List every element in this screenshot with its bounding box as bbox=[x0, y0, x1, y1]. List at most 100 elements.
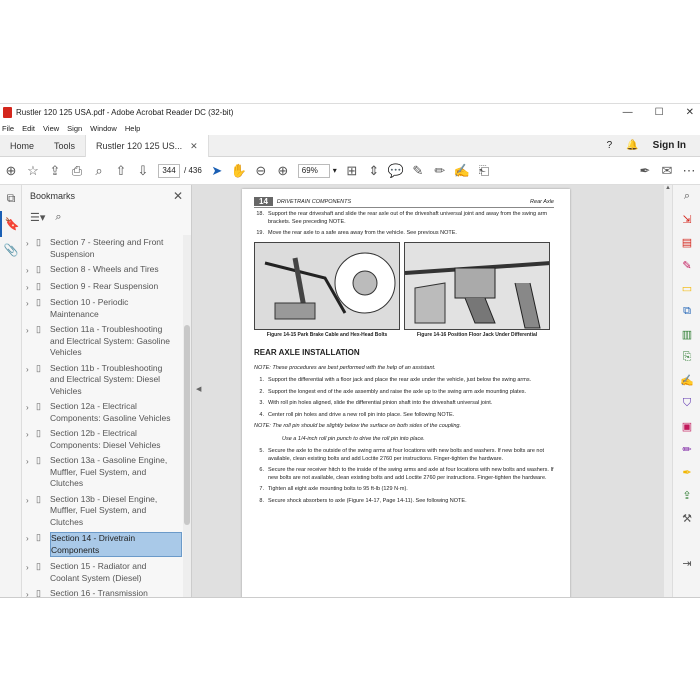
chevron-right-icon[interactable]: › bbox=[26, 363, 36, 376]
close-window-button[interactable]: ✕ bbox=[686, 107, 694, 118]
collapse-panel-icon[interactable]: ◀ bbox=[196, 385, 201, 393]
section-heading: REAR AXLE INSTALLATION bbox=[254, 348, 360, 357]
zoom-in-icon[interactable]: ⊕ bbox=[272, 160, 294, 182]
acrobat-window: Rustler 120 125 USA.pdf - Adobe Acrobat … bbox=[0, 103, 700, 598]
scroll-up-icon[interactable]: ▲ bbox=[664, 185, 672, 191]
minimize-button[interactable]: — bbox=[623, 107, 633, 118]
more-tools-icon[interactable]: ⋯ bbox=[678, 160, 700, 182]
edit-pdf-icon[interactable]: ✎ bbox=[673, 254, 700, 277]
hand-tool-icon[interactable]: ✋ bbox=[228, 160, 250, 182]
bookmark-item[interactable]: › ▯ Section 12b - Electrical Components: D… bbox=[22, 426, 182, 453]
add-comment-icon[interactable]: ▭ bbox=[673, 277, 700, 300]
upload-icon[interactable]: ⇪ bbox=[44, 160, 66, 182]
menu-view[interactable]: View bbox=[43, 124, 59, 133]
chevron-right-icon[interactable]: › bbox=[26, 281, 36, 294]
bookmark-item[interactable]: › ▯ Section 8 - Wheels and Tires bbox=[22, 262, 182, 279]
bookmark-item[interactable]: › ▯ Section 16 - Transmission bbox=[22, 586, 182, 597]
close-panel-icon[interactable]: ✕ bbox=[173, 189, 183, 203]
comment-icon[interactable]: 💬 bbox=[385, 160, 407, 182]
email-icon[interactable]: ✉ bbox=[656, 160, 678, 182]
help-icon[interactable]: ? bbox=[607, 140, 613, 151]
document-view: ◀ 14 DRIVETRAIN COMPONENTS Rear Axle 18.… bbox=[192, 185, 672, 597]
bookmark-item[interactable]: › ▯ Section 12a - Electrical Components: G… bbox=[22, 399, 182, 426]
fill-and-sign-icon[interactable]: ✍ bbox=[673, 369, 700, 392]
scroll-mode-icon[interactable]: ⇕ bbox=[363, 160, 385, 182]
chevron-right-icon[interactable]: › bbox=[26, 561, 36, 574]
bookmark-item[interactable]: › ▯ Section 11b - Troubleshooting and Elec… bbox=[22, 361, 182, 400]
chevron-right-icon[interactable]: › bbox=[26, 324, 36, 337]
search-tool-icon[interactable]: ⌕ bbox=[673, 185, 700, 208]
organize-pages-icon[interactable]: ▥ bbox=[673, 323, 700, 346]
tab-tools[interactable]: Tools bbox=[44, 135, 85, 157]
bookmark-star-icon[interactable]: ☆ bbox=[22, 160, 44, 182]
maximize-button[interactable]: ☐ bbox=[655, 107, 664, 118]
menu-sign[interactable]: Sign bbox=[67, 124, 82, 133]
chevron-right-icon[interactable]: › bbox=[26, 428, 36, 441]
bookmarks-panel-icon[interactable]: 🔖 bbox=[0, 211, 22, 237]
chapter-number: 14 bbox=[254, 197, 273, 206]
request-signature-icon[interactable]: ✒ bbox=[673, 461, 700, 484]
zoom-level-select[interactable]: 69% bbox=[297, 163, 330, 178]
bookmark-item[interactable]: › ▯ Section 13a - Gasoline Engine, Muffler… bbox=[22, 453, 182, 492]
bookmarks-scrollbar[interactable] bbox=[183, 235, 191, 597]
more-tools-wrench-icon[interactable]: ⚒ bbox=[673, 507, 700, 530]
note-subtext: Use a 1/4-inch roll pin punch to drive t… bbox=[282, 435, 425, 442]
protect-icon[interactable]: ⛉ bbox=[673, 392, 700, 415]
create-pdf-icon[interactable]: ▤ bbox=[673, 231, 700, 254]
sign-document-icon[interactable]: ✒ bbox=[634, 160, 656, 182]
chevron-right-icon[interactable]: › bbox=[26, 455, 36, 468]
chevron-right-icon[interactable]: › bbox=[26, 532, 36, 545]
fill-sign-icon[interactable]: ✍ bbox=[451, 160, 473, 182]
bookmark-item-selected[interactable]: › ▯ Section 14 - Drivetrain Components bbox=[22, 530, 182, 559]
notifications-icon[interactable]: 🔔 bbox=[626, 140, 638, 151]
page-down-icon[interactable]: ⇩ bbox=[132, 160, 154, 182]
chevron-right-icon[interactable]: › bbox=[26, 494, 36, 507]
page-body: 18. Support the rear driveshaft and slide… bbox=[254, 211, 558, 509]
chevron-right-icon[interactable]: › bbox=[26, 401, 36, 414]
search-icon[interactable]: ⌕ bbox=[88, 160, 110, 182]
bookmark-options-icon[interactable]: ☰▾ bbox=[30, 211, 45, 224]
menu-file[interactable]: File bbox=[2, 124, 14, 133]
bookmark-item[interactable]: › ▯ Section 10 - Periodic Maintenance bbox=[22, 295, 182, 322]
page-fit-icon[interactable]: ⊞ bbox=[341, 160, 363, 182]
close-tab-icon[interactable]: ✕ bbox=[190, 135, 198, 157]
sign-stamp-icon[interactable]: ⎗ bbox=[473, 160, 495, 182]
bookmarks-title: Bookmarks bbox=[30, 191, 76, 201]
bookmark-item[interactable]: › ▯ Section 13b - Diesel Engine, Muffler, … bbox=[22, 492, 182, 531]
menu-window[interactable]: Window bbox=[90, 124, 117, 133]
redact-icon[interactable]: ✏ bbox=[673, 438, 700, 461]
page-thumbnails-icon[interactable]: ⧉ bbox=[0, 185, 22, 211]
scrollbar-thumb[interactable] bbox=[184, 325, 190, 525]
page-up-icon[interactable]: ⇧ bbox=[110, 160, 132, 182]
chevron-right-icon[interactable]: › bbox=[26, 237, 36, 250]
export-pdf-icon[interactable]: ⇲ bbox=[673, 208, 700, 231]
page-number-input[interactable]: 344 bbox=[158, 163, 180, 178]
bookmark-item[interactable]: › ▯ Section 15 - Radiator and Coolant Syst… bbox=[22, 559, 182, 586]
sign-in-button[interactable]: Sign In bbox=[653, 140, 686, 151]
tab-home[interactable]: Home bbox=[0, 135, 44, 157]
select-cursor-icon[interactable]: ➤ bbox=[206, 160, 228, 182]
zoom-out-icon[interactable]: ⊖ bbox=[250, 160, 272, 182]
bookmark-item[interactable]: › ▯ Section 9 - Rear Suspension bbox=[22, 279, 182, 296]
chevron-right-icon[interactable]: › bbox=[26, 297, 36, 310]
menu-edit[interactable]: Edit bbox=[22, 124, 35, 133]
create-icon[interactable]: ⊕ bbox=[0, 160, 22, 182]
find-bookmark-icon[interactable]: ⌕ bbox=[55, 211, 61, 224]
bookmark-item[interactable]: › ▯ Section 11a - Troubleshooting and Elec… bbox=[22, 322, 182, 361]
menu-help[interactable]: Help bbox=[125, 124, 140, 133]
print-icon[interactable]: ⎙ bbox=[66, 160, 88, 182]
send-for-review-icon[interactable]: ⇪ bbox=[673, 484, 700, 507]
attachments-icon[interactable]: 📎 bbox=[0, 237, 22, 263]
scan-ocr-icon[interactable]: ⎘ bbox=[673, 346, 700, 369]
chevron-right-icon[interactable]: › bbox=[26, 264, 36, 277]
tab-document[interactable]: Rustler 120 125 US... ✕ bbox=[85, 134, 209, 157]
document-scrollbar[interactable]: ▲ bbox=[664, 185, 672, 597]
draw-icon[interactable]: ✏ bbox=[429, 160, 451, 182]
bookmark-item[interactable]: › ▯ Section 7 - Steering and Front Suspens… bbox=[22, 235, 182, 262]
combine-files-icon[interactable]: ⧉ bbox=[673, 300, 700, 323]
compress-icon[interactable]: ▣ bbox=[673, 415, 700, 438]
chevron-down-icon[interactable]: ▾ bbox=[333, 166, 337, 175]
chevron-right-icon[interactable]: › bbox=[26, 588, 36, 597]
expand-pane-icon[interactable]: ⇥ bbox=[673, 552, 700, 575]
highlight-pen-icon[interactable]: ✎ bbox=[407, 160, 429, 182]
